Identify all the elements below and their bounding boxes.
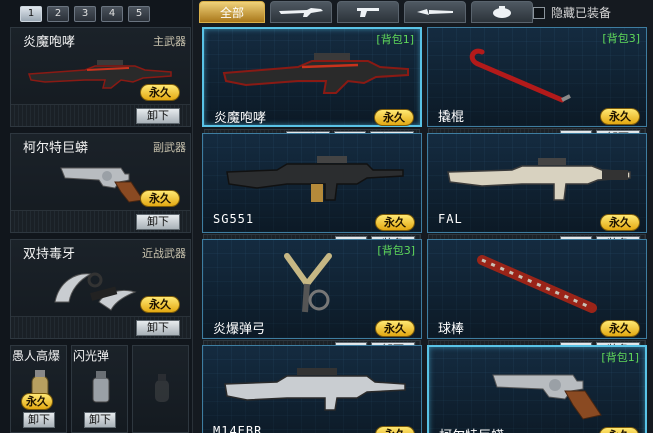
slot-weapon-name: 双持毒牙 <box>23 247 76 262</box>
bag-tab-3[interactable]: 3 <box>74 6 96 22</box>
item-name: 柯尔特巨蟒 <box>439 425 504 433</box>
rifle-icon <box>279 8 323 17</box>
slot-type-label: 近战武器 <box>142 247 186 260</box>
item-card[interactable]: FAL 永久 装备 <box>427 133 647 254</box>
item-name: 球棒 <box>438 322 465 337</box>
unequip-button[interactable]: 卸下 <box>136 214 180 230</box>
tab-pistols[interactable] <box>337 1 399 23</box>
permanent-badge: 永久 <box>140 190 180 207</box>
permanent-badge: 永久 <box>21 393 53 410</box>
unequip-button[interactable]: 卸下 <box>136 320 180 336</box>
slot-weapon-name: 柯尔特巨蟒 <box>23 141 89 156</box>
grenade-slot[interactable]: 愚人高爆 永久 卸下 <box>10 345 67 433</box>
slingshot-image <box>284 253 332 313</box>
item-name: SG551 <box>213 212 255 226</box>
hide-equipped-label: 隐藏已装备 <box>551 6 612 20</box>
empty-grenade-slot[interactable] <box>132 345 189 433</box>
permanent-badge: 永久 <box>374 109 414 126</box>
item-card[interactable]: [背包3] 撬棍 永久 卸下 <box>427 27 647 148</box>
flashbang-image <box>92 371 110 403</box>
battle-rifle-image <box>447 158 631 201</box>
item-card[interactable]: 球棒 永久 装备 <box>427 239 647 360</box>
item-card[interactable]: SG551 永久 装备 <box>202 133 422 254</box>
unequip-button[interactable]: 卸下 <box>136 108 180 124</box>
pistol-icon <box>357 8 379 17</box>
item-card[interactable]: M14EBR 永久 <box>202 345 422 433</box>
item-name: 撬棍 <box>438 110 465 125</box>
permanent-badge: 永久 <box>600 108 640 125</box>
marksman-rifle-image <box>224 368 406 411</box>
secondary-weapon-slot[interactable]: 柯尔特巨蟒 副武器 永久 卸下 <box>10 133 191 233</box>
filter-tabs: 全部 <box>199 1 533 23</box>
slot-weapon-name: 炎魔咆哮 <box>23 35 76 50</box>
equipped-panel: 1 2 3 4 5 炎魔咆哮 主武器 永久 卸下 柯尔特巨蟒 副武器 永久 卸下 <box>0 0 193 433</box>
slot-type-label: 主武器 <box>153 35 186 48</box>
crowbar-image <box>469 48 571 103</box>
item-name: 炎爆弹弓 <box>213 322 266 337</box>
hide-equipped-toggle[interactable]: 隐藏已装备 <box>533 4 611 21</box>
item-card[interactable]: [背包3] 炎爆弹弓 永久 卸下 <box>202 239 422 360</box>
tab-melee[interactable] <box>404 1 466 23</box>
slot-action-bar: 卸下 <box>11 316 190 338</box>
permanent-badge: 永久 <box>375 426 415 433</box>
unequip-button[interactable]: 卸下 <box>23 412 55 428</box>
melee-weapon-slot[interactable]: 双持毒牙 近战武器 永久 卸下 <box>10 239 191 339</box>
tab-grenades[interactable] <box>471 1 533 23</box>
bag-tab-5[interactable]: 5 <box>128 6 150 22</box>
slot-action-bar: 卸下 <box>11 104 190 126</box>
tab-all[interactable]: 全部 <box>199 1 265 23</box>
slot-action-bar: 卸下 <box>11 210 190 232</box>
slot-type-label: 副武器 <box>153 141 186 154</box>
permanent-badge: 永久 <box>375 320 415 337</box>
grenade-icon <box>493 6 511 18</box>
assault-rifle-image <box>226 156 404 202</box>
unequip-button[interactable]: 卸下 <box>84 412 116 428</box>
item-name: M14EBR <box>213 424 263 433</box>
slot-item-name: 愚人高爆 <box>12 349 61 363</box>
primary-weapon-slot[interactable]: 炎魔咆哮 主武器 永久 卸下 <box>10 27 191 127</box>
permanent-badge: 永久 <box>600 320 640 337</box>
item-name: 炎魔咆哮 <box>214 111 267 126</box>
item-card[interactable]: [背包1] 柯尔特巨蟒 永久 <box>427 345 647 433</box>
hide-equipped-checkbox[interactable] <box>533 6 545 19</box>
bag-tab-1[interactable]: 1 <box>20 6 42 22</box>
revolver-image <box>492 374 602 420</box>
bag-tab-2[interactable]: 2 <box>47 6 69 22</box>
permanent-badge: 永久 <box>600 214 640 231</box>
flashbang-slot[interactable]: 闪光弹 卸下 <box>71 345 128 433</box>
permanent-badge: 永久 <box>599 427 639 433</box>
item-name: FAL <box>438 212 463 226</box>
permanent-badge: 永久 <box>140 84 180 101</box>
knife-icon <box>417 9 453 15</box>
bag-tab-4[interactable]: 4 <box>101 6 123 22</box>
rifle-image <box>222 53 409 94</box>
permanent-badge: 永久 <box>375 214 415 231</box>
slot-item-name: 闪光弹 <box>73 349 110 363</box>
permanent-badge: 永久 <box>140 296 180 313</box>
tab-rifles[interactable] <box>270 1 332 23</box>
grenade-placeholder-icon <box>155 374 169 402</box>
item-card[interactable]: [背包1] 炎魔咆哮 永久 还款 卸下 <box>202 27 422 149</box>
inventory-panel: 全部 隐藏已装备 [背包1] 炎魔咆哮 永久 [背包3] 撬棍 永久 SG551… <box>193 0 653 433</box>
bag-tabs: 1 2 3 4 5 <box>20 6 150 22</box>
baseball-bat-image <box>477 255 597 313</box>
